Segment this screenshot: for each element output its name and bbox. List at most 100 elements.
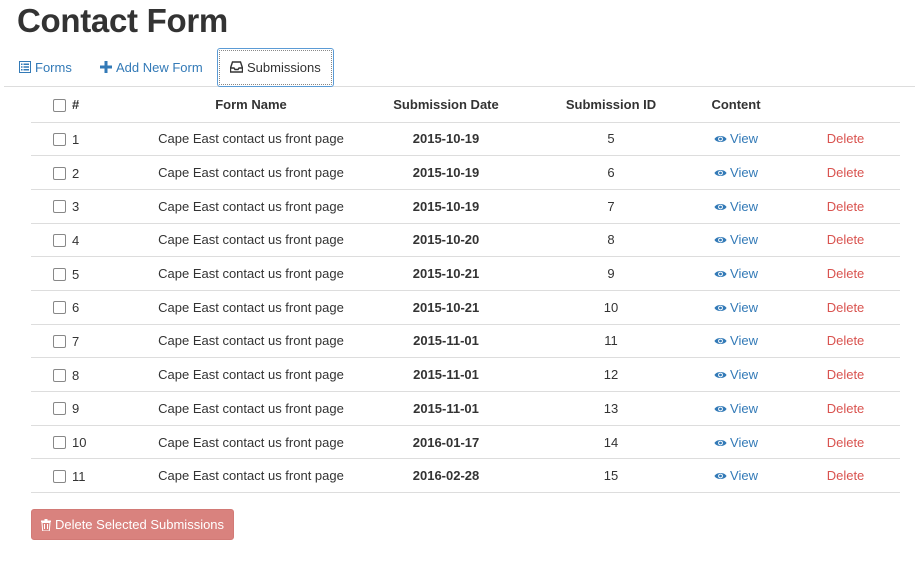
row-form-name: Cape East contact us front page	[151, 290, 351, 325]
row-actions: Delete	[791, 324, 900, 359]
row-actions: Delete	[791, 122, 900, 157]
row-checkbox[interactable]	[53, 301, 66, 315]
row-submission-id: 9	[541, 256, 681, 291]
row-number: 3	[72, 199, 80, 215]
delete-link[interactable]: Delete	[827, 468, 865, 483]
row-submission-date: 2015-10-20	[351, 223, 541, 258]
table-row: 10 Cape East contact us front page 2016-01…	[31, 425, 900, 460]
row-number: 1	[72, 131, 80, 147]
header-actions	[791, 88, 900, 123]
row-checkbox[interactable]	[53, 436, 66, 450]
view-link[interactable]: View	[714, 367, 758, 382]
view-link[interactable]: View	[714, 199, 758, 214]
view-label: View	[730, 367, 758, 383]
row-checkbox[interactable]	[53, 200, 66, 214]
view-label: View	[730, 266, 758, 282]
table-row: 6 Cape East contact us front page 2015-10-…	[31, 290, 900, 325]
delete-link[interactable]: Delete	[827, 199, 865, 214]
row-number: 4	[72, 232, 80, 248]
row-submission-date: 2015-10-19	[351, 189, 541, 224]
row-content: View	[681, 122, 791, 157]
row-checkbox[interactable]	[53, 368, 66, 382]
row-number: 9	[72, 401, 80, 417]
nav-tabs: Forms Add New Form Submissions	[4, 48, 915, 87]
view-link[interactable]: View	[714, 300, 758, 315]
row-actions: Delete	[791, 256, 900, 291]
row-submission-id: 13	[541, 391, 681, 426]
row-submission-id: 11	[541, 324, 681, 359]
view-link[interactable]: View	[714, 165, 758, 180]
delete-link[interactable]: Delete	[827, 266, 865, 281]
delete-link[interactable]: Delete	[827, 401, 865, 416]
view-link[interactable]: View	[714, 435, 758, 450]
delete-selected-button[interactable]: Delete Selected Submissions	[31, 509, 234, 540]
row-checkbox[interactable]	[53, 402, 66, 416]
row-content: View	[681, 155, 791, 190]
delete-link[interactable]: Delete	[827, 165, 865, 180]
row-content: View	[681, 458, 791, 494]
row-submission-date: 2016-02-28	[351, 458, 541, 494]
view-link[interactable]: View	[714, 232, 758, 247]
row-actions: Delete	[791, 458, 900, 494]
view-label: View	[730, 198, 758, 214]
select-all-checkbox[interactable]	[53, 99, 66, 113]
tab-submissions-label: Submissions	[247, 60, 321, 75]
row-submission-date: 2015-10-21	[351, 256, 541, 291]
row-checkbox[interactable]	[53, 132, 66, 146]
page-title: Contact Form	[17, 2, 228, 39]
row-checkbox[interactable]	[53, 233, 66, 247]
row-number: 2	[72, 165, 80, 181]
eye-icon	[714, 266, 730, 281]
eye-icon	[714, 131, 730, 146]
row-select: 2	[31, 155, 151, 190]
eye-icon	[714, 468, 730, 483]
row-checkbox[interactable]	[53, 267, 66, 281]
row-form-name: Cape East contact us front page	[151, 155, 351, 190]
row-actions: Delete	[791, 223, 900, 258]
row-checkbox[interactable]	[53, 469, 66, 483]
tab-forms[interactable]: Forms	[19, 48, 72, 87]
table-header-row: # Form Name Submission Date Submission I…	[31, 88, 900, 123]
delete-link[interactable]: Delete	[827, 232, 865, 247]
view-link[interactable]: View	[714, 333, 758, 348]
row-checkbox[interactable]	[53, 335, 66, 348]
submissions-table: # Form Name Submission Date Submission I…	[31, 88, 900, 494]
header-content: Content	[681, 88, 791, 123]
delete-link[interactable]: Delete	[827, 300, 865, 315]
row-form-name: Cape East contact us front page	[151, 458, 351, 494]
row-submission-id: 7	[541, 189, 681, 224]
row-submission-id: 5	[541, 122, 681, 157]
view-link[interactable]: View	[714, 468, 758, 483]
delete-link[interactable]: Delete	[827, 367, 865, 382]
row-submission-id: 10	[541, 290, 681, 325]
row-checkbox[interactable]	[53, 166, 66, 180]
tab-submissions[interactable]: Submissions	[217, 48, 334, 87]
trash-icon	[40, 519, 51, 532]
row-form-name: Cape East contact us front page	[151, 122, 351, 157]
row-submission-date: 2015-10-19	[351, 155, 541, 190]
row-number: 7	[72, 334, 80, 349]
row-submission-date: 2015-10-19	[351, 122, 541, 157]
row-submission-date: 2015-11-01	[351, 391, 541, 426]
delete-link[interactable]: Delete	[827, 435, 865, 450]
row-submission-date: 2016-01-17	[351, 425, 541, 460]
view-link[interactable]: View	[714, 401, 758, 416]
row-content: View	[681, 357, 791, 392]
eye-icon	[714, 232, 730, 247]
view-label: View	[730, 232, 758, 248]
view-link[interactable]: View	[714, 266, 758, 281]
table-row: 5 Cape East contact us front page 2015-10-…	[31, 256, 900, 291]
delete-link[interactable]: Delete	[827, 333, 865, 348]
row-number: 10	[72, 435, 87, 451]
delete-link[interactable]: Delete	[827, 131, 865, 146]
eye-icon	[714, 199, 730, 214]
view-link[interactable]: View	[714, 131, 758, 146]
header-select: #	[31, 88, 151, 123]
row-select: 8	[31, 357, 151, 392]
table-row: 2 Cape East contact us front page 2015-10-…	[31, 155, 900, 190]
row-form-name: Cape East contact us front page	[151, 324, 351, 359]
view-label: View	[730, 131, 758, 147]
row-submission-date: 2015-11-01	[351, 324, 541, 359]
tab-add-new-form[interactable]: Add New Form	[100, 48, 203, 87]
row-actions: Delete	[791, 290, 900, 325]
